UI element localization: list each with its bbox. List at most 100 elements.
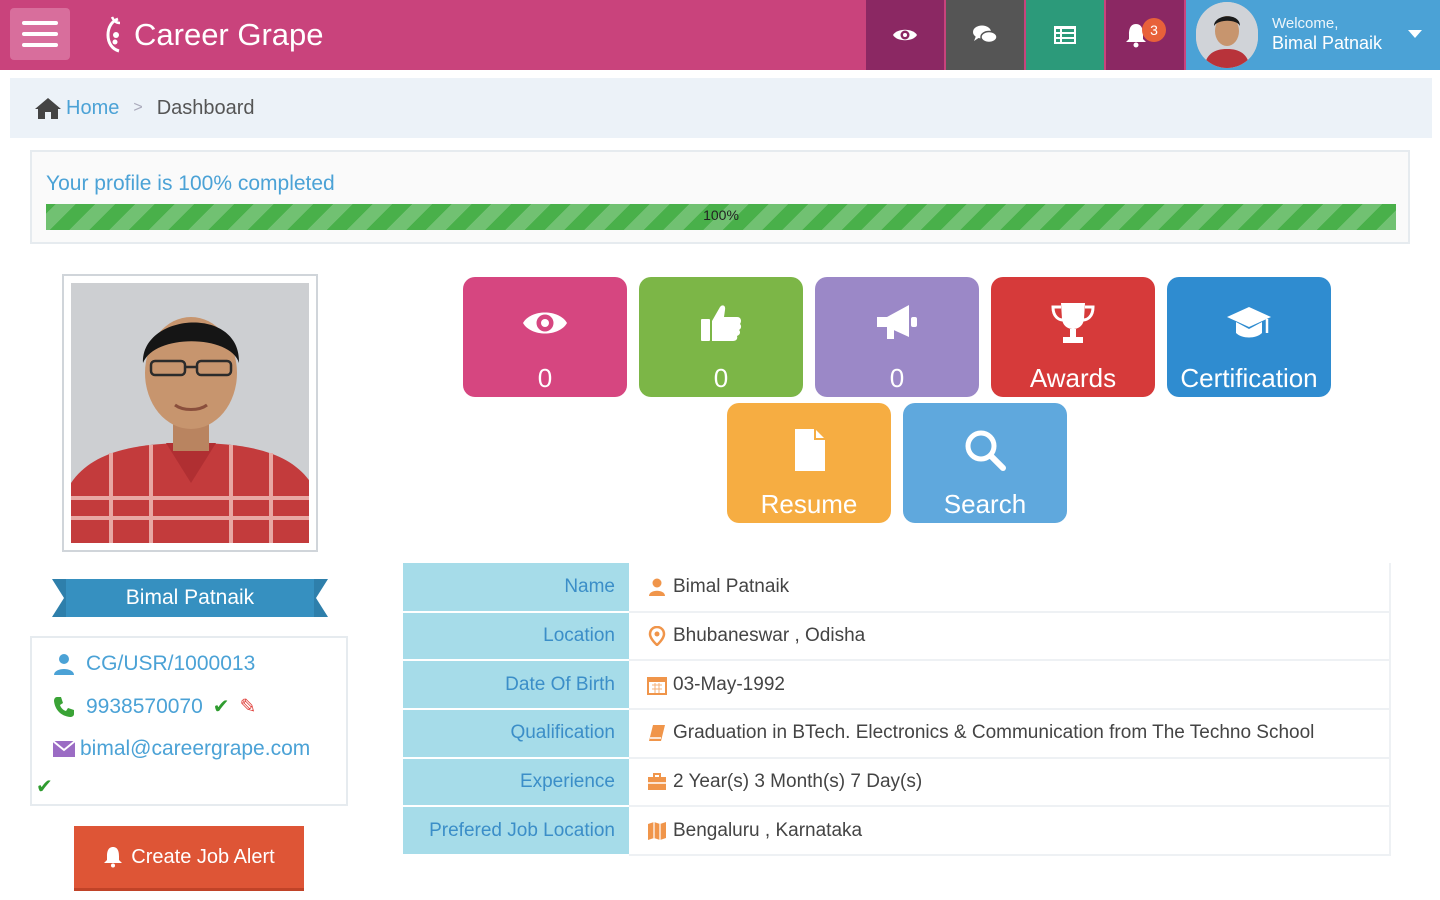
certification-label: Certification — [1180, 363, 1318, 393]
hamburger-line — [22, 43, 58, 47]
resume-tile[interactable]: Resume — [727, 403, 891, 523]
map-icon — [648, 821, 666, 840]
brand-name: Career Grape — [134, 17, 324, 52]
dob-value: 03-May-1992 — [673, 673, 785, 695]
map-marker-icon — [648, 626, 666, 647]
top-navbar: Career Grape 3 Welcome, Bimal Patnaik — [0, 0, 1440, 70]
preferred-location-label: Prefered Job Location — [403, 806, 629, 857]
experience-value: 2 Year(s) 3 Month(s) 7 Day(s) — [673, 771, 923, 793]
list-icon — [1054, 26, 1076, 44]
qualification-cell: Graduation in BTech. Electronics & Commu… — [629, 709, 1391, 759]
edit-phone-icon[interactable]: ✎ — [240, 694, 257, 719]
profile-name-ribbon: Bimal Patnaik — [52, 577, 328, 619]
brand[interactable]: Career Grape — [98, 12, 324, 58]
name-value: Bimal Patnaik — [673, 575, 790, 597]
qualification-label: Qualification — [403, 709, 629, 759]
user-icon — [649, 578, 665, 596]
announcements-count: 0 — [889, 363, 905, 393]
chat-icon — [973, 25, 998, 44]
megaphone-icon — [877, 305, 917, 339]
table-row: Experience 2 Year(s) 3 Month(s) 7 Day(s) — [403, 757, 1391, 808]
awards-tile[interactable]: Awards — [991, 277, 1155, 397]
breadcrumb-home-link[interactable]: Home — [34, 96, 119, 120]
preferred-location-cell: Bengaluru , Karnataka — [629, 806, 1391, 857]
trophy-icon — [1051, 303, 1095, 343]
likes-tile[interactable]: 0 — [639, 277, 803, 397]
contact-info-box: CG/USR/1000013 9938570070 ✔ ✎ bimal@care… — [30, 636, 348, 806]
table-row: Prefered Job Location Bengaluru , Karnat… — [403, 806, 1391, 857]
dob-cell: 03-May-1992 — [629, 660, 1391, 711]
profile-photo — [71, 283, 309, 543]
hamburger-icon — [22, 21, 58, 25]
profile-completion-panel: Your profile is 100% completed 100% — [30, 150, 1410, 244]
profile-views-count: 0 — [537, 363, 553, 393]
messages-button[interactable] — [946, 0, 1024, 70]
bell-icon — [104, 847, 123, 868]
dob-label: Date Of Birth — [403, 660, 629, 711]
phone-row: 9938570070 ✔ ✎ — [52, 694, 256, 719]
table-row: Location Bhubaneswar , Odisha — [403, 611, 1391, 662]
breadcrumb-separator: > — [133, 99, 143, 116]
name-cell: Bimal Patnaik — [629, 563, 1391, 613]
search-tile[interactable]: Search — [903, 403, 1067, 523]
certification-tile[interactable]: Certification — [1167, 277, 1331, 397]
phone-number[interactable]: 9938570070 — [86, 695, 203, 719]
experience-cell: 2 Year(s) 3 Month(s) 7 Day(s) — [629, 757, 1391, 808]
search-icon — [965, 430, 1006, 471]
create-job-alert-button[interactable]: Create Job Alert — [74, 826, 304, 888]
email-verified-check-icon: ✔ — [36, 776, 53, 798]
table-row: Qualification Graduation in BTech. Elect… — [403, 709, 1391, 759]
resume-label: Resume — [760, 489, 858, 519]
location-value: Bhubaneswar , Odisha — [673, 625, 866, 647]
location-label: Location — [403, 611, 629, 662]
create-job-alert-label: Create Job Alert — [131, 845, 275, 868]
profile-views-tile[interactable]: 0 — [463, 277, 627, 397]
book-icon — [649, 725, 665, 742]
name-label: Name — [403, 563, 629, 613]
user-id-row: CG/USR/1000013 — [52, 652, 255, 676]
notifications-button[interactable]: 3 — [1106, 0, 1184, 70]
profile-completion-text: Your profile is 100% completed — [46, 172, 335, 195]
user-name: Bimal Patnaik — [1272, 33, 1383, 54]
eye-icon — [523, 312, 567, 334]
graduation-cap-icon — [1227, 307, 1271, 338]
search-label: Search — [943, 489, 1027, 519]
email-address[interactable]: bimal@careergrape.com — [80, 737, 310, 761]
profile-name: Bimal Patnaik — [125, 586, 255, 609]
table-row: Date Of Birth 03-May-1992 — [403, 660, 1391, 711]
list-menu-button[interactable] — [1026, 0, 1104, 70]
likes-count: 0 — [713, 363, 729, 393]
user-icon — [54, 654, 74, 675]
user-id: CG/USR/1000013 — [86, 652, 256, 675]
user-menu[interactable]: Welcome, Bimal Patnaik — [1186, 0, 1440, 70]
profile-views-button[interactable] — [866, 0, 944, 70]
table-row: Name Bimal Patnaik — [403, 563, 1391, 613]
email-row: bimal@careergrape.com — [52, 737, 310, 761]
welcome-text: Welcome, — [1272, 15, 1339, 33]
breadcrumb-current: Dashboard — [156, 96, 255, 119]
phone-verified-check-icon: ✔ — [212, 696, 230, 718]
phone-icon — [54, 696, 74, 717]
experience-label: Experience — [403, 757, 629, 808]
profile-progress-label: 100% — [703, 207, 739, 223]
menu-toggle-button[interactable] — [10, 8, 70, 60]
awards-label: Awards — [1029, 363, 1117, 393]
notification-badge: 3 — [1142, 18, 1166, 42]
eye-icon — [893, 29, 917, 41]
breadcrumb-home-label: Home — [66, 96, 120, 119]
chevron-down-icon — [1408, 30, 1422, 38]
navbar-actions: 3 Welcome, Bimal Patnaik — [864, 0, 1440, 70]
profile-photo-frame — [62, 274, 318, 552]
profile-details-table: Name Bimal Patnaik Location Bhubaneswar … — [403, 563, 1391, 857]
home-icon — [35, 98, 61, 119]
grape-logo-icon — [106, 16, 121, 53]
announcements-tile[interactable]: 0 — [815, 277, 979, 397]
preferred-location-value: Bengaluru , Karnataka — [673, 819, 863, 841]
calendar-icon — [647, 676, 667, 695]
avatar — [1196, 2, 1258, 68]
qualification-value: Graduation in BTech. Electronics & Commu… — [673, 722, 1315, 744]
breadcrumb: Home > Dashboard — [10, 78, 1432, 138]
thumbs-up-icon — [701, 305, 742, 341]
envelope-icon — [52, 740, 76, 757]
briefcase-icon — [648, 773, 666, 791]
